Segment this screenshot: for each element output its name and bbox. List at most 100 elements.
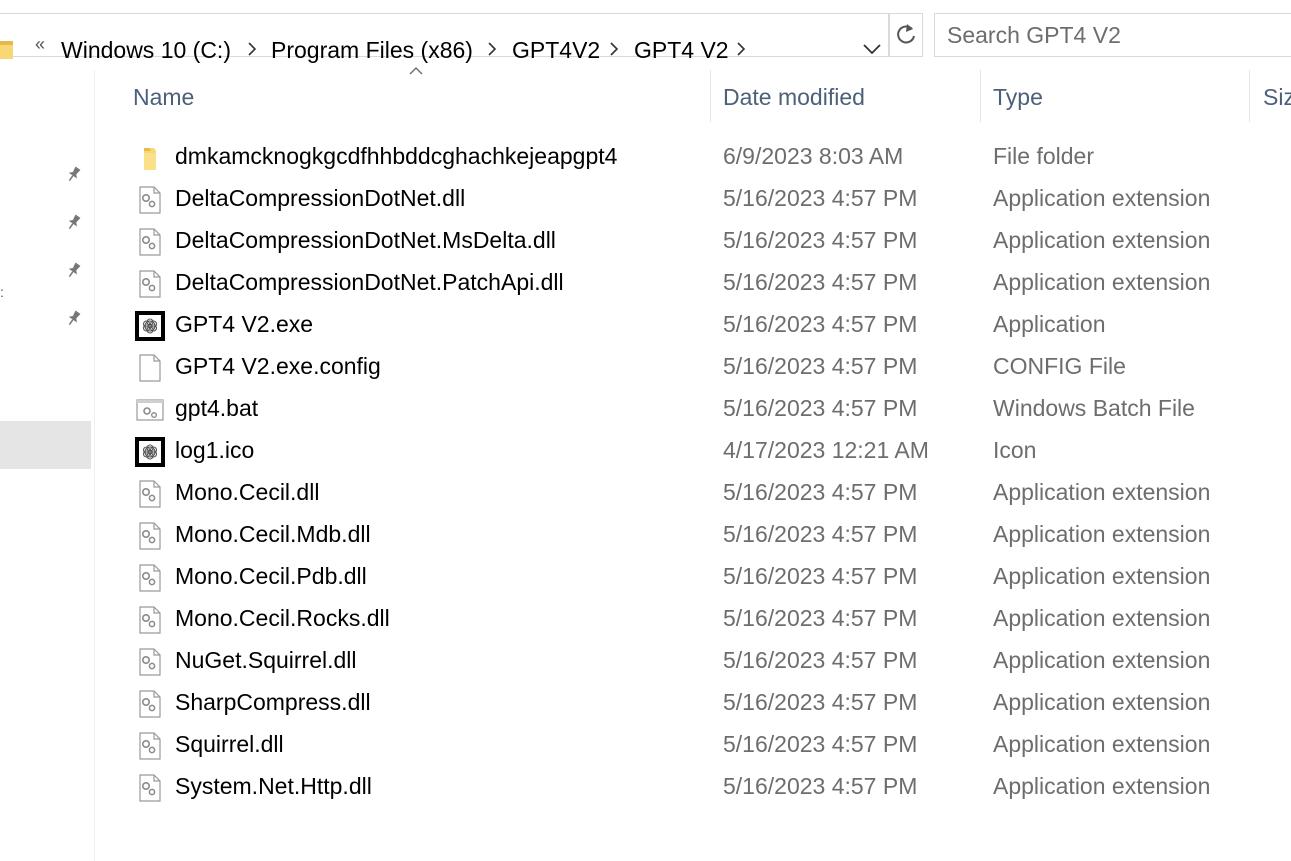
breadcrumb-item-program-files[interactable]: Program Files (x86) bbox=[271, 35, 473, 65]
file-name[interactable]: Mono.Cecil.dll bbox=[175, 479, 319, 506]
breadcrumb-item-drive[interactable]: Windows 10 (C:) bbox=[61, 35, 231, 65]
file-name[interactable]: System.Net.Http.dll bbox=[175, 773, 372, 800]
pin-icon[interactable] bbox=[64, 212, 84, 232]
refresh-icon bbox=[897, 24, 915, 44]
column-header-type[interactable]: Type bbox=[981, 70, 1249, 122]
file-name[interactable]: log1.ico bbox=[175, 437, 254, 464]
file-name[interactable]: gpt4.bat bbox=[175, 395, 258, 422]
file-type: Application extension bbox=[993, 185, 1211, 211]
file-row[interactable]: gpt4.bat 5/16/2023 4:57 PM Windows Batch F… bbox=[126, 387, 1291, 429]
dll-icon bbox=[134, 604, 166, 636]
refresh-button[interactable] bbox=[889, 13, 923, 57]
file-name[interactable]: DeltaCompressionDotNet.PatchApi.dll bbox=[175, 269, 564, 296]
file-name[interactable]: GPT4 V2.exe.config bbox=[175, 353, 381, 380]
file-type: Application extension bbox=[993, 773, 1211, 799]
dll-icon bbox=[134, 688, 166, 720]
folder-icon bbox=[134, 142, 166, 174]
file-date-modified: 5/16/2023 4:57 PM bbox=[723, 689, 918, 715]
file-name[interactable]: DeltaCompressionDotNet.dll bbox=[175, 185, 465, 212]
file-name[interactable]: Mono.Cecil.Mdb.dll bbox=[175, 521, 371, 548]
file-type: Application extension bbox=[993, 479, 1211, 505]
dll-icon bbox=[134, 184, 166, 216]
file-row[interactable]: DeltaCompressionDotNet.MsDelta.dll 5/16/2… bbox=[126, 219, 1291, 261]
breadcrumb-item-gpt4v2[interactable]: GPT4V2 bbox=[512, 35, 600, 65]
file-row[interactable]: NuGet.Squirrel.dll 5/16/2023 4:57 PM Appli… bbox=[126, 639, 1291, 681]
nav-item-selected[interactable] bbox=[0, 421, 91, 469]
file-row[interactable]: SharpCompress.dll 5/16/2023 4:57 PM Applic… bbox=[126, 681, 1291, 723]
pin-icon[interactable] bbox=[64, 164, 84, 184]
search-input[interactable] bbox=[947, 22, 1277, 49]
file-type: Windows Batch File bbox=[993, 395, 1195, 421]
file-type: Application extension bbox=[993, 689, 1211, 715]
dll-icon bbox=[134, 268, 166, 300]
file-date-modified: 5/16/2023 4:57 PM bbox=[723, 605, 918, 631]
file-date-modified: 5/16/2023 4:57 PM bbox=[723, 227, 918, 253]
chevron-down-icon[interactable] bbox=[857, 28, 887, 70]
file-name[interactable]: Mono.Cecil.Rocks.dll bbox=[175, 605, 390, 632]
file-row[interactable]: GPT4 V2.exe.config 5/16/2023 4:57 PM CONFI… bbox=[126, 345, 1291, 387]
file-date-modified: 5/16/2023 4:57 PM bbox=[723, 773, 918, 799]
file-date-modified: 5/16/2023 4:57 PM bbox=[723, 479, 918, 505]
dll-icon bbox=[134, 772, 166, 804]
breadcrumb-item-current-folder[interactable]: GPT4 V2 bbox=[634, 35, 729, 65]
nav-item-fragment[interactable]: : bbox=[0, 284, 4, 300]
file-type: Application extension bbox=[993, 563, 1211, 589]
blank-file-icon bbox=[134, 352, 166, 384]
file-row[interactable]: log1.ico 4/17/2023 12:21 AM Icon bbox=[126, 429, 1291, 471]
file-row[interactable]: GPT4 V2.exe 5/16/2023 4:57 PM Application bbox=[126, 303, 1291, 345]
dll-icon bbox=[134, 226, 166, 258]
file-type: Application extension bbox=[993, 521, 1211, 547]
dll-icon bbox=[134, 478, 166, 510]
dll-icon bbox=[134, 730, 166, 762]
column-header-size-label: Size bbox=[1263, 84, 1291, 110]
pin-icon[interactable] bbox=[64, 260, 84, 280]
navigation-pane: : bbox=[0, 70, 95, 861]
file-row[interactable]: Mono.Cecil.Mdb.dll 5/16/2023 4:57 PM Appli… bbox=[126, 513, 1291, 555]
file-type: Icon bbox=[993, 437, 1037, 463]
file-date-modified: 4/17/2023 12:21 AM bbox=[723, 437, 929, 463]
column-header-size[interactable]: Size bbox=[1250, 70, 1291, 122]
column-header-date-modified[interactable]: Date modified bbox=[711, 70, 980, 122]
chevron-right-icon[interactable] bbox=[484, 41, 500, 57]
file-row[interactable]: Mono.Cecil.Rocks.dll 5/16/2023 4:57 PM App… bbox=[126, 597, 1291, 639]
file-row[interactable]: System.Net.Http.dll 5/16/2023 4:57 PM Appl… bbox=[126, 765, 1291, 807]
file-row[interactable]: Mono.Cecil.dll 5/16/2023 4:57 PM Applicati… bbox=[126, 471, 1291, 513]
file-date-modified: 5/16/2023 4:57 PM bbox=[723, 563, 918, 589]
file-date-modified: 5/16/2023 4:57 PM bbox=[723, 521, 918, 547]
file-name[interactable]: dmkamcknogkgcdfhhbddcghachkejeapgpt4 bbox=[175, 143, 617, 170]
file-name[interactable]: Squirrel.dll bbox=[175, 731, 284, 758]
file-name[interactable]: GPT4 V2.exe bbox=[175, 311, 313, 338]
file-row[interactable]: dmkamcknogkgcdfhhbddcghachkejeapgpt4 6/9/… bbox=[126, 135, 1291, 177]
app-logo-icon bbox=[134, 310, 166, 342]
file-row[interactable]: DeltaCompressionDotNet.dll 5/16/2023 4:57… bbox=[126, 177, 1291, 219]
breadcrumb-overflow-button[interactable]: « bbox=[35, 34, 45, 55]
batch-file-icon bbox=[134, 394, 166, 426]
column-header-date-label: Date modified bbox=[723, 84, 865, 110]
file-row[interactable]: DeltaCompressionDotNet.PatchApi.dll 5/16/… bbox=[126, 261, 1291, 303]
file-name[interactable]: Mono.Cecil.Pdb.dll bbox=[175, 563, 367, 590]
file-date-modified: 5/16/2023 4:57 PM bbox=[723, 353, 918, 379]
chevron-right-icon[interactable] bbox=[733, 41, 749, 57]
file-type: Application extension bbox=[993, 227, 1211, 253]
file-name[interactable]: SharpCompress.dll bbox=[175, 689, 371, 716]
chevron-right-icon[interactable] bbox=[244, 41, 260, 57]
file-date-modified: 5/16/2023 4:57 PM bbox=[723, 647, 918, 673]
file-row[interactable]: Squirrel.dll 5/16/2023 4:57 PM Application… bbox=[126, 723, 1291, 765]
file-date-modified: 6/9/2023 8:03 AM bbox=[723, 143, 904, 169]
address-bar[interactable]: « Windows 10 (C:) Program Files (x86) GP… bbox=[0, 13, 889, 63]
dll-icon bbox=[134, 646, 166, 678]
chevron-right-icon[interactable] bbox=[606, 41, 622, 57]
file-type: Application bbox=[993, 311, 1106, 337]
column-header-name[interactable]: Name bbox=[120, 70, 710, 122]
dll-icon bbox=[134, 520, 166, 552]
file-row[interactable]: Mono.Cecil.Pdb.dll 5/16/2023 4:57 PM Appli… bbox=[126, 555, 1291, 597]
address-bar-row: « Windows 10 (C:) Program Files (x86) GP… bbox=[0, 0, 1291, 70]
search-box[interactable] bbox=[934, 13, 1291, 57]
file-date-modified: 5/16/2023 4:57 PM bbox=[723, 269, 918, 295]
folder-icon bbox=[0, 41, 13, 59]
pin-icon[interactable] bbox=[64, 308, 84, 328]
file-name[interactable]: DeltaCompressionDotNet.MsDelta.dll bbox=[175, 227, 556, 254]
app-logo-icon bbox=[134, 436, 166, 468]
file-type: Application extension bbox=[993, 647, 1211, 673]
file-name[interactable]: NuGet.Squirrel.dll bbox=[175, 647, 357, 674]
